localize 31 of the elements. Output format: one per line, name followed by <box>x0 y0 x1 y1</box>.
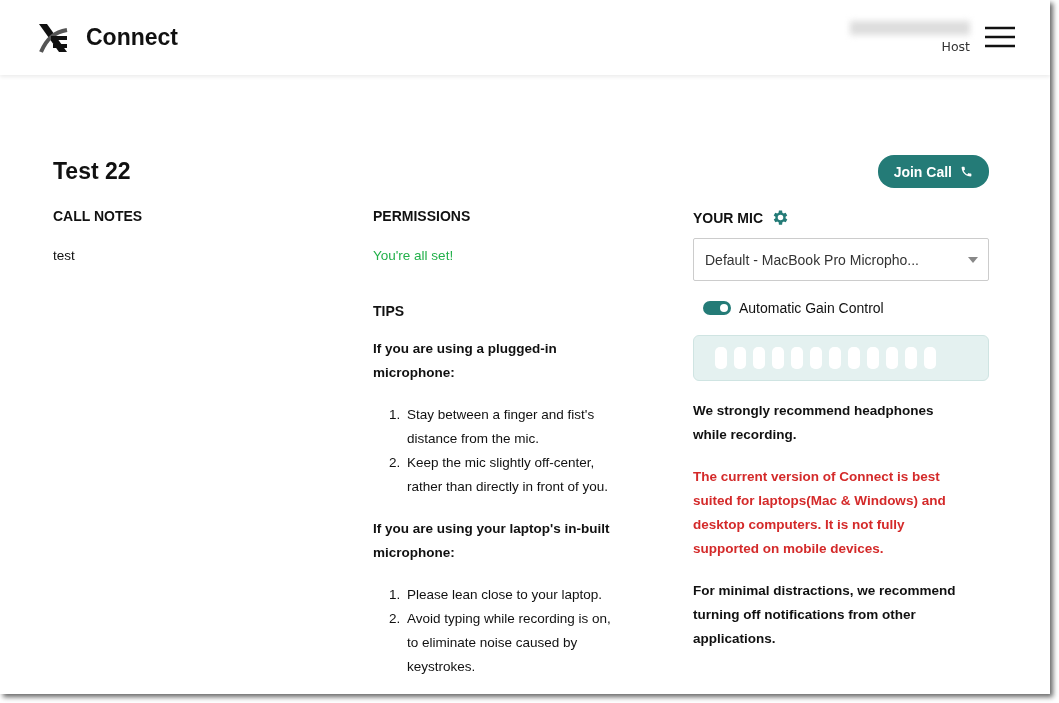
menu-icon[interactable] <box>984 25 1016 48</box>
page-title: Test 22 <box>53 158 131 185</box>
phone-icon <box>960 165 973 178</box>
call-notes-text: test <box>53 248 76 263</box>
section-heading: TIPS <box>373 303 406 319</box>
list-number: 2. <box>389 454 402 472</box>
section-heading: YOUR MIC <box>693 209 763 226</box>
settings-icon[interactable] <box>771 208 790 227</box>
tip-text: Avoid typing while recording is on, to eliminate noise caused by keystrokes. <box>407 610 611 676</box>
join-call-button[interactable]: Join Call <box>877 155 989 188</box>
logo-icon <box>37 21 69 54</box>
section-heading: PERMISSIONS <box>373 208 472 224</box>
section-heading: CALL NOTES <box>53 208 144 224</box>
microphone-dropdown[interactable]: Default - MacBook Pro Micropho... <box>693 238 989 281</box>
list-number: 1. <box>389 586 402 604</box>
user-role: Host <box>941 39 970 54</box>
permission-status: You're all set! <box>373 248 455 263</box>
tip-text: Stay between a finger and fist's distance from the mic. <box>407 406 596 448</box>
caret-icon <box>968 256 978 263</box>
toggle-switch[interactable] <box>703 301 731 315</box>
note-text: We strongly recommend headphones while recording. <box>693 402 935 444</box>
toggle-label: Automatic Gain Control <box>739 300 884 316</box>
app-name: Connect <box>86 24 178 51</box>
list-number: 2. <box>389 610 402 628</box>
warning-text: The current version of Connect is best suited for laptops(Mac & Windows) and desktop computers. It is not fully supported on mobile devices. <box>693 468 947 558</box>
tip-group-title: If you are using your laptop's in-built microphone: <box>373 520 611 562</box>
tip-text: Keep the mic slightly off-center, rather than directly in front of you. <box>407 454 610 496</box>
list-number: 1. <box>389 406 402 424</box>
tip-group-title: If you are using a plugged-in microphone: <box>373 340 558 382</box>
tip-text: Please lean close to your laptop. <box>407 586 603 604</box>
note-text: For minimal distractions, we recommend turning off notifications from other applications. <box>693 582 957 648</box>
